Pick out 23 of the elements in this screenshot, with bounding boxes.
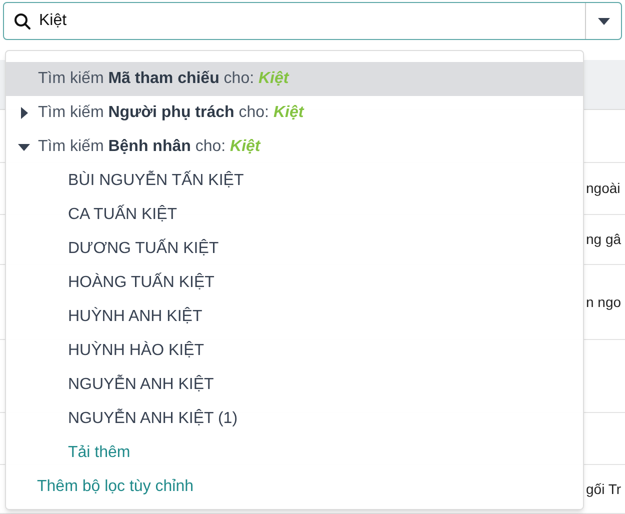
caret-down-icon[interactable] bbox=[18, 144, 30, 150]
search-icon bbox=[14, 12, 31, 30]
add-custom-filter-link[interactable]: Thêm bộ lọc tùy chỉnh bbox=[37, 475, 194, 499]
search-input[interactable]: Kiệt bbox=[39, 9, 575, 33]
caret-icon bbox=[598, 18, 610, 24]
table-cell-text: ngoài bbox=[586, 179, 620, 198]
record-option[interactable]: DƯƠNG TUẤN KIỆT bbox=[68, 237, 219, 261]
search-option[interactable]: Tìm kiếm Người phụ trách cho: Kiệt bbox=[6, 96, 583, 130]
record-option[interactable]: BÙI NGUYỄN TẤN KIỆT bbox=[68, 169, 244, 193]
search-option[interactable]: Tìm kiếm Mã tham chiếu cho: Kiệt bbox=[6, 62, 583, 96]
table-cell-text: gối Tr bbox=[586, 480, 622, 499]
caret-right-icon[interactable] bbox=[21, 107, 28, 119]
record-option[interactable]: HUỲNH HÀO KIỆT bbox=[68, 339, 204, 363]
search-option[interactable]: Tìm kiếm Bệnh nhân cho: Kiệt bbox=[6, 130, 583, 164]
load-more-link[interactable]: Tải thêm bbox=[68, 441, 130, 465]
search-bar[interactable]: Kiệt bbox=[3, 2, 622, 40]
table-cell-text: ng gâ bbox=[586, 230, 622, 249]
record-option[interactable]: HOÀNG TUẤN KIỆT bbox=[68, 271, 214, 295]
record-option[interactable]: NGUYỄN ANH KIỆT (1) bbox=[68, 407, 238, 431]
table-cell-text: n ngo bbox=[586, 292, 622, 312]
record-option[interactable]: NGUYỄN ANH KIỆT bbox=[68, 373, 214, 397]
record-option[interactable]: CA TUẤN KIỆT bbox=[68, 203, 178, 227]
record-option[interactable]: HUỲNH ANH KIỆT bbox=[68, 305, 202, 329]
